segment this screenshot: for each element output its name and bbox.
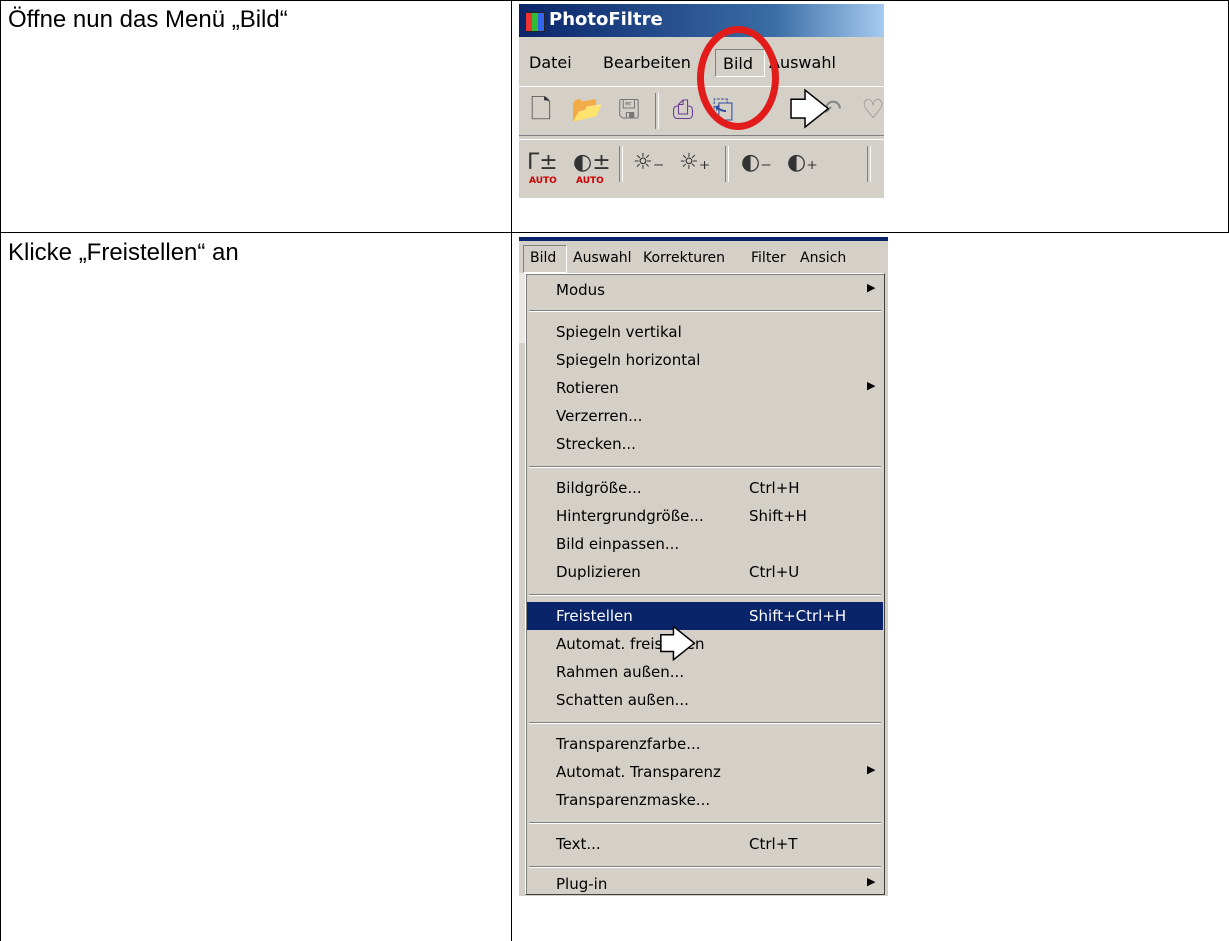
screenshot-photofiltre-menubar: PhotoFiltre Datei Bearbeiten Bild Auswah… [519,4,884,198]
menu-item-transparenzmaske[interactable]: Transparenzmaske... [527,786,883,814]
submenu-arrow-icon: ▶ [867,379,876,392]
save-icon[interactable]: 🖫 [615,95,643,125]
menu-item-bildgroesse[interactable]: Bildgröße... Ctrl+H [527,474,883,502]
open-folder-icon[interactable]: 📂 [571,95,603,125]
contrast-auto-label: AUTO [576,176,604,186]
menu-item-plugin[interactable]: Plug-in ▶ [527,870,883,896]
menu-item-duplizieren[interactable]: Duplizieren Ctrl+U [527,558,883,586]
mouse-cursor-icon: 🡆 [788,87,831,133]
menu-item-spiegeln-vertikal[interactable]: Spiegeln vertikal [527,318,883,346]
menu-separator [529,466,881,468]
gamma-auto-label: AUTO [529,176,557,186]
photofiltre-logo-icon [525,12,545,32]
menu-ansicht[interactable]: Ansich [800,250,846,266]
bild-dropdown-menu: Modus ▶ Spiegeln vertikal Spiegeln horizo… [525,273,885,895]
menu-item-spiegeln-horizontal[interactable]: Spiegeln horizontal [527,346,883,374]
shortcut-label: Ctrl+T [749,835,798,853]
new-file-icon[interactable]: 🗋 [527,95,555,125]
menu-item-verzerren[interactable]: Verzerren... [527,402,883,430]
brightness-plus-icon[interactable]: ☼₊ [679,148,710,178]
toolbar-separator [619,146,623,182]
menu-item-hintergrundgroesse[interactable]: Hintergrundgröße... Shift+H [527,502,883,530]
submenu-arrow-icon: ▶ [867,763,876,776]
shortcut-label: Ctrl+H [749,479,800,497]
contrast-plus-icon[interactable]: ◐₊ [787,148,818,178]
toolbar-separator [725,146,729,182]
menu-filter[interactable]: Filter [751,250,786,266]
scan-icon[interactable]: ⎙ [669,95,697,125]
contrast-auto-icon[interactable]: ◐± [573,148,611,178]
menu-auswahl[interactable]: Auswahl [769,53,836,72]
gamma-auto-icon[interactable]: Γ± [527,148,558,178]
toolbar-separator [867,146,871,182]
step-2-instruction: Klicke „Freistellen“ an [8,239,239,266]
annotation-red-circle [697,26,779,130]
menu-item-automat-freistellen[interactable]: Automat. freistellen [527,630,883,658]
menu-item-bild-einpassen[interactable]: Bild einpassen... [527,530,883,558]
table-column-divider [511,0,512,941]
menu-separator [529,866,881,868]
shortcut-label: Ctrl+U [749,563,800,581]
menubar: Bild Auswahl Korrekturen Filter Ansich [519,241,888,273]
shortcut-label: Shift+H [749,507,807,525]
table-border-left [0,0,1,941]
contrast-minus-icon[interactable]: ◐₋ [741,148,772,178]
table-border-top [0,0,1229,1]
menu-item-rahmen-aussen[interactable]: Rahmen außen... [527,658,883,686]
menu-separator [529,822,881,824]
menu-bild[interactable]: Bild [523,245,567,273]
submenu-arrow-icon: ▶ [867,875,876,888]
adjustment-toolbar: Γ± AUTO ◐± AUTO ☼₋ ☼₊ ◐₋ ◐₊ [519,139,884,192]
toolbar-separator [655,93,659,129]
menu-item-strecken[interactable]: Strecken... [527,430,883,458]
step-1-instruction: Öffne nun das Menü „Bild“ [8,6,288,33]
menu-item-rotieren[interactable]: Rotieren ▶ [527,374,883,402]
menu-item-freistellen[interactable]: Freistellen Shift+Ctrl+H [527,602,883,630]
menu-bearbeiten[interactable]: Bearbeiten [603,53,691,72]
menu-item-schatten-aussen[interactable]: Schatten außen... [527,686,883,714]
menu-item-modus[interactable]: Modus ▶ [527,276,883,304]
brightness-minus-icon[interactable]: ☼₋ [633,148,664,178]
menu-item-automat-transparenz[interactable]: Automat. Transparenz ▶ [527,758,883,786]
shortcut-label: Shift+Ctrl+H [749,607,847,625]
submenu-arrow-icon: ▶ [867,281,876,294]
menu-item-text[interactable]: Text... Ctrl+T [527,830,883,858]
menu-separator [529,722,881,724]
menu-auswahl[interactable]: Auswahl [573,250,632,266]
menu-separator [529,594,881,596]
menu-datei[interactable]: Datei [529,53,572,72]
menu-separator [529,310,881,312]
mouse-cursor-icon: 🡆 [658,624,697,665]
menu-item-transparenzfarbe[interactable]: Transparenzfarbe... [527,730,883,758]
menu-bild-label: Bild [530,250,557,266]
menu-korrekturen[interactable]: Korrekturen [643,250,725,266]
window-title: PhotoFiltre [549,9,663,30]
redo-icon[interactable]: ♡ [859,95,884,125]
table-row-divider [0,232,1229,233]
window-titlebar: PhotoFiltre [519,4,884,37]
screenshot-bild-menu: Bild Auswahl Korrekturen Filter Ansich M… [519,237,888,896]
